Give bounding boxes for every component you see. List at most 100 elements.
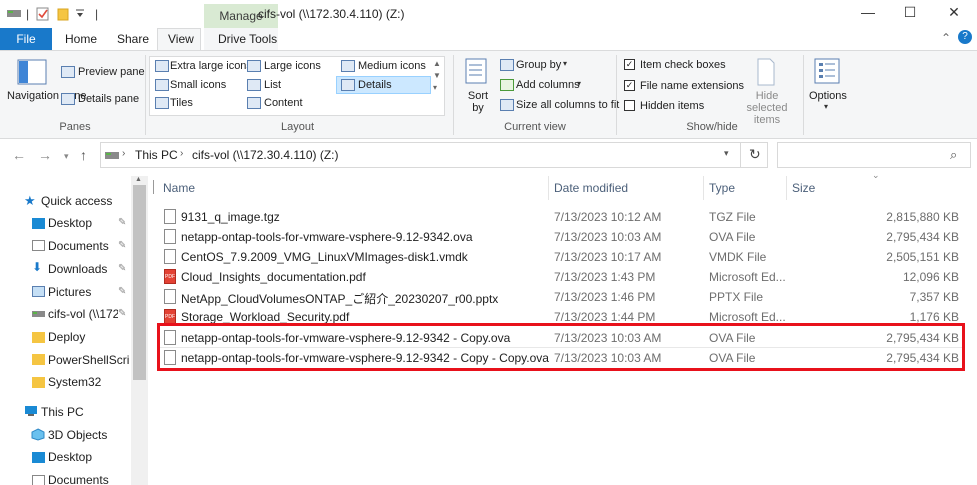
breadcrumb-cifs-vol[interactable]: cifs-vol (\\172.30.4.110) (Z:) [192,148,339,162]
file-type: Microsoft Ed... [709,270,786,284]
properties-icon[interactable] [36,7,49,24]
preview-pane-button[interactable]: Preview pane [78,66,145,78]
content-option[interactable]: Content [264,97,303,109]
tab-share[interactable]: Share [117,32,149,46]
item-check-boxes-checkbox[interactable]: ✓ [624,59,635,70]
close-button[interactable]: ✕ [934,4,974,26]
column-header-name[interactable]: Name [163,181,195,195]
star-icon: ★ [24,193,36,208]
up-arrow-icon[interactable]: ↑ [80,147,87,163]
pdf-icon: PDF [164,309,176,324]
current-view-group-label: Current view [504,121,566,133]
tiles-option[interactable]: Tiles [170,97,193,109]
file-type: OVA File [709,230,756,244]
header-checkbox-column [153,180,154,194]
group-by-icon [500,59,514,71]
nav-quick-access[interactable]: Quick access [41,194,112,208]
extra-large-icons-icon [155,60,169,72]
column-header-type[interactable]: Type [709,181,735,195]
file-date: 7/13/2023 10:12 AM [554,210,662,224]
column-header-date-modified[interactable]: Date modified [554,181,628,195]
file-size: 2,815,880 KB [886,210,959,224]
hidden-items-label: Hidden items [640,100,705,112]
large-icons-option[interactable]: Large icons [264,60,321,72]
small-icons-option[interactable]: Small icons [170,79,226,91]
help-icon[interactable]: ? [958,30,972,44]
nav-item-3d-objects[interactable]: 3D Objects [48,428,107,442]
new-folder-icon[interactable] [57,7,69,24]
address-history-dropdown-icon[interactable]: ▾ [724,148,729,159]
file-size: 2,795,434 KB [886,230,959,244]
list-icon [247,79,261,91]
nav-item-pc-documents[interactable]: Documents [48,473,109,485]
collapse-ribbon-icon[interactable]: ⌃ [941,31,951,45]
panes-group-label: Panes [59,121,91,133]
3d-objects-icon [31,428,45,444]
breadcrumb-chevron-icon[interactable]: › [122,148,125,159]
column-separator[interactable] [548,176,549,200]
scroll-up-icon[interactable]: ▲ [135,176,142,183]
breadcrumb-this-pc[interactable]: This PC [135,148,178,162]
breadcrumb-chevron-icon[interactable]: › [180,148,183,159]
pin-icon[interactable]: ✎ [118,263,126,274]
pin-icon[interactable]: ✎ [118,217,126,228]
pictures-icon [32,286,45,297]
back-arrow-icon[interactable]: ← [12,147,26,163]
extra-large-icons-option[interactable]: Extra large icons [170,60,252,72]
pin-icon[interactable]: ✎ [118,240,126,251]
file-type: TGZ File [709,210,756,224]
list-option[interactable]: List [264,79,281,91]
forward-arrow-icon[interactable]: → [38,147,52,163]
details-pane-button[interactable]: Details pane [78,93,139,105]
sort-by-icon[interactable] [465,58,487,87]
nav-item-system32[interactable]: System32 [48,375,101,389]
size-all-columns-button[interactable]: Size all columns to fit [516,99,619,111]
nav-item-downloads[interactable]: Downloads [48,262,107,276]
column-separator[interactable] [786,176,787,200]
layout-group-label: Layout [280,121,315,133]
nav-item-cifs-vol[interactable]: cifs-vol (\\172 [48,307,118,321]
file-name: netapp-ontap-tools-for-vmware-vsphere-9.… [181,230,473,244]
file-name-extensions-checkbox[interactable]: ✓ [624,80,635,91]
nav-item-documents[interactable]: Documents [48,239,109,253]
nav-this-pc[interactable]: This PC [41,405,84,419]
pin-icon[interactable]: ✎ [118,286,126,297]
options-button[interactable]: Options [809,90,847,102]
file-name: CentOS_7.9.2009_VMG_LinuxVMImages-disk1.… [181,250,468,264]
pdf-icon: PDF [164,269,176,284]
tab-file[interactable]: File [0,28,52,50]
maximize-button[interactable]: ☐ [890,4,930,26]
ribbon-separator [453,55,454,135]
tab-drive-tools[interactable]: Drive Tools [218,32,277,46]
customize-quick-access-icon[interactable] [75,7,85,22]
file-icon [164,289,176,304]
sort-by-button[interactable]: Sort by [467,90,489,114]
nav-item-pc-desktop[interactable]: Desktop [48,450,92,464]
nav-item-pictures[interactable]: Pictures [48,285,91,299]
column-separator[interactable] [703,176,704,200]
file-type: VMDK File [709,250,767,264]
minimize-button[interactable]: — [848,4,888,26]
nav-pane-scroll-thumb[interactable] [133,185,146,380]
nav-item-desktop[interactable]: Desktop [48,216,92,230]
group-by-button[interactable]: Group by [516,59,561,71]
details-option[interactable]: Details [358,79,392,91]
tab-view[interactable]: View [168,32,194,46]
file-date: 7/13/2023 1:43 PM [554,270,656,284]
nav-item-deploy[interactable]: Deploy [48,330,85,344]
hide-selected-items-button[interactable]: Hide selected items [735,90,799,126]
recent-locations-icon[interactable]: ▾ [64,151,69,162]
show-hide-group-label: Show/hide [686,121,738,133]
hidden-items-checkbox[interactable] [624,100,635,111]
search-input[interactable] [777,142,971,168]
column-header-size[interactable]: Size [792,181,815,195]
documents-icon [32,240,45,251]
medium-icons-option[interactable]: Medium icons [358,60,426,72]
desktop-icon [32,218,45,229]
add-columns-button[interactable]: Add columns [516,79,580,91]
pin-icon[interactable]: ✎ [118,308,126,319]
tab-home[interactable]: Home [65,32,97,46]
navigation-pane-icon[interactable] [17,59,47,88]
nav-item-powershellscript[interactable]: PowerShellScript [48,353,130,367]
layout-gallery-scroll-icon[interactable]: ▲ ▼ ▾ [433,58,441,94]
